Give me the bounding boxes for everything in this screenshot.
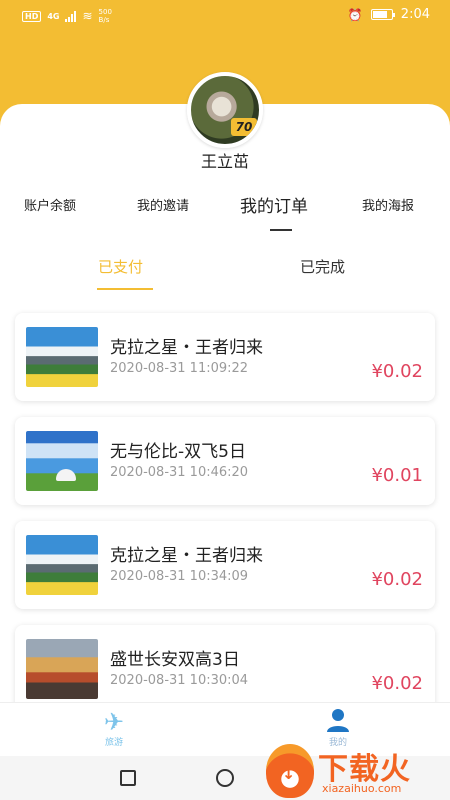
order-card[interactable]: 盛世长安双高3日 2020-08-31 10:30:04 ¥0.02: [15, 625, 435, 713]
order-time: 2020-08-31 10:34:09: [110, 569, 249, 584]
tab-travel-label: 旅游: [104, 738, 123, 748]
order-card[interactable]: 克拉之星・王者归来 2020-08-31 10:34:09 ¥0.02: [15, 521, 435, 609]
hd-badge: HD: [22, 10, 42, 22]
person-icon: [308, 707, 368, 737]
profile-card: [0, 104, 450, 704]
alarm-icon: ⏰: [347, 7, 363, 22]
signal-icon: [65, 10, 77, 22]
order-thumbnail: [26, 535, 98, 595]
order-price: ¥0.02: [371, 673, 423, 694]
order-time: 2020-08-31 10:30:04: [110, 673, 249, 688]
profile-menu: 账户余额 我的邀请 我的订单 我的海报: [0, 195, 450, 235]
order-price: ¥0.02: [371, 361, 423, 382]
battery-icon: [370, 9, 395, 20]
plane-icon: ✈: [103, 708, 125, 736]
watermark: 下载火 xiazaihuo.com: [266, 744, 450, 800]
net-speed: 500 B/s: [99, 8, 112, 24]
order-title: 无与伦比-双飞5日: [110, 442, 246, 462]
order-time: 2020-08-31 10:46:20: [110, 465, 249, 480]
avatar[interactable]: 70: [187, 72, 263, 148]
tab-active-indicator: [97, 288, 153, 290]
order-card[interactable]: 无与伦比-双飞5日 2020-08-31 10:46:20 ¥0.01: [15, 417, 435, 505]
order-thumbnail: [26, 431, 98, 491]
menu-orders[interactable]: 我的订单: [240, 192, 308, 217]
status-bar: HD 4G ≋ 500 B/s ⏰ 2:04: [0, 0, 450, 32]
username: 王立茁: [200, 152, 249, 171]
menu-active-indicator: [270, 229, 292, 231]
menu-invitations[interactable]: 我的邀请: [137, 195, 189, 214]
avatar-badge: 70: [231, 118, 257, 136]
watermark-url: xiazaihuo.com: [322, 782, 402, 795]
order-title: 克拉之星・王者归来: [110, 546, 263, 566]
order-status-tabs: 已支付 已完成: [0, 248, 450, 294]
net-speed-value: 500: [98, 8, 112, 16]
order-price: ¥0.01: [371, 465, 423, 486]
status-left: HD 4G ≋ 500 B/s: [22, 8, 112, 24]
tab-paid[interactable]: 已支付: [98, 256, 143, 277]
flame-logo-icon: [266, 744, 314, 798]
wifi-icon: ≋: [82, 9, 93, 23]
menu-balance[interactable]: 账户余额: [24, 195, 76, 214]
order-title: 克拉之星・王者归来: [110, 338, 263, 358]
menu-posters[interactable]: 我的海报: [362, 195, 414, 214]
order-title: 盛世长安双高3日: [110, 650, 240, 670]
screen: HD 4G ≋ 500 B/s ⏰ 2:04 70 王立茁 账户余额 我的邀请 …: [0, 0, 450, 800]
tab-completed[interactable]: 已完成: [300, 256, 345, 277]
status-time: 2:04: [400, 7, 430, 22]
recent-apps-button[interactable]: [120, 770, 136, 786]
net-speed-unit: B/s: [98, 16, 110, 24]
tab-travel[interactable]: ✈ 旅游: [84, 707, 144, 748]
network-type: 4G: [47, 11, 60, 21]
order-price: ¥0.02: [371, 569, 423, 590]
home-button[interactable]: [216, 769, 234, 787]
order-time: 2020-08-31 11:09:22: [110, 361, 249, 376]
order-thumbnail: [26, 639, 98, 699]
order-card[interactable]: 克拉之星・王者归来 2020-08-31 11:09:22 ¥0.02: [15, 313, 435, 401]
status-right: ⏰ 2:04: [348, 7, 430, 22]
order-thumbnail: [26, 327, 98, 387]
tab-me[interactable]: 我的: [308, 707, 368, 748]
